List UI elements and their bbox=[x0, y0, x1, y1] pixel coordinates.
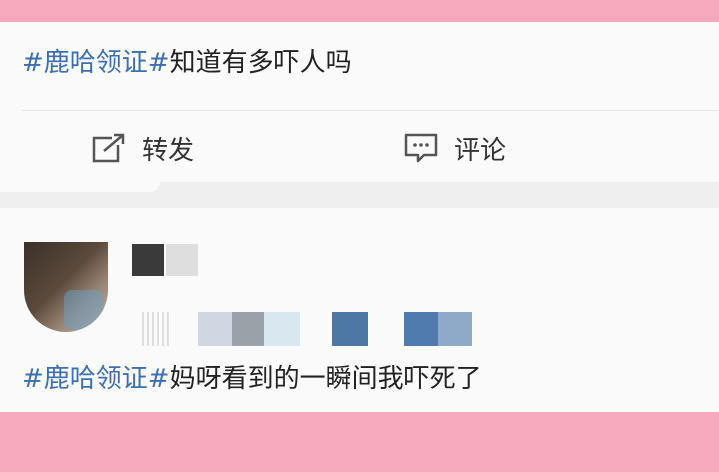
meta-blur-segment bbox=[198, 312, 234, 346]
divider bbox=[22, 110, 719, 111]
username-blurred bbox=[166, 244, 198, 276]
username-blurred[interactable] bbox=[132, 244, 164, 276]
top-pink-band bbox=[0, 0, 719, 22]
comment-button[interactable]: 评论 bbox=[404, 128, 506, 168]
post-meta-blurred bbox=[142, 312, 472, 346]
meta-blur-segment bbox=[142, 312, 172, 346]
meta-blur-segment bbox=[438, 312, 472, 346]
avatar[interactable] bbox=[24, 242, 108, 332]
post-body: 妈呀看到的一瞬间我吓死了 bbox=[169, 364, 482, 394]
feed-gap bbox=[0, 182, 719, 208]
hashtag-link[interactable]: #鹿哈领证# bbox=[22, 364, 170, 394]
post-card[interactable]: #鹿哈领证#妈呀看到的一瞬间我吓死了 bbox=[0, 208, 719, 412]
post-text: #鹿哈领证#知道有多吓人吗 bbox=[22, 44, 352, 82]
repost-label: 转发 bbox=[142, 135, 195, 166]
post-card[interactable]: #鹿哈领证#知道有多吓人吗 转发 评论 bbox=[0, 22, 719, 182]
repost-button[interactable]: 转发 bbox=[92, 128, 194, 168]
meta-blur-segment bbox=[232, 312, 264, 346]
post-body: 知道有多吓人吗 bbox=[169, 48, 352, 78]
meta-blur-segment bbox=[332, 312, 368, 346]
bottom-pink-band bbox=[0, 412, 719, 472]
meta-blur-segment bbox=[264, 312, 300, 346]
comment-label: 评论 bbox=[454, 135, 507, 166]
post-text: #鹿哈领证#妈呀看到的一瞬间我吓死了 bbox=[22, 360, 482, 398]
hashtag-link[interactable]: #鹿哈领证# bbox=[22, 48, 170, 78]
repost-icon bbox=[92, 133, 126, 163]
comment-icon bbox=[404, 133, 438, 163]
meta-blur-segment bbox=[404, 312, 438, 346]
